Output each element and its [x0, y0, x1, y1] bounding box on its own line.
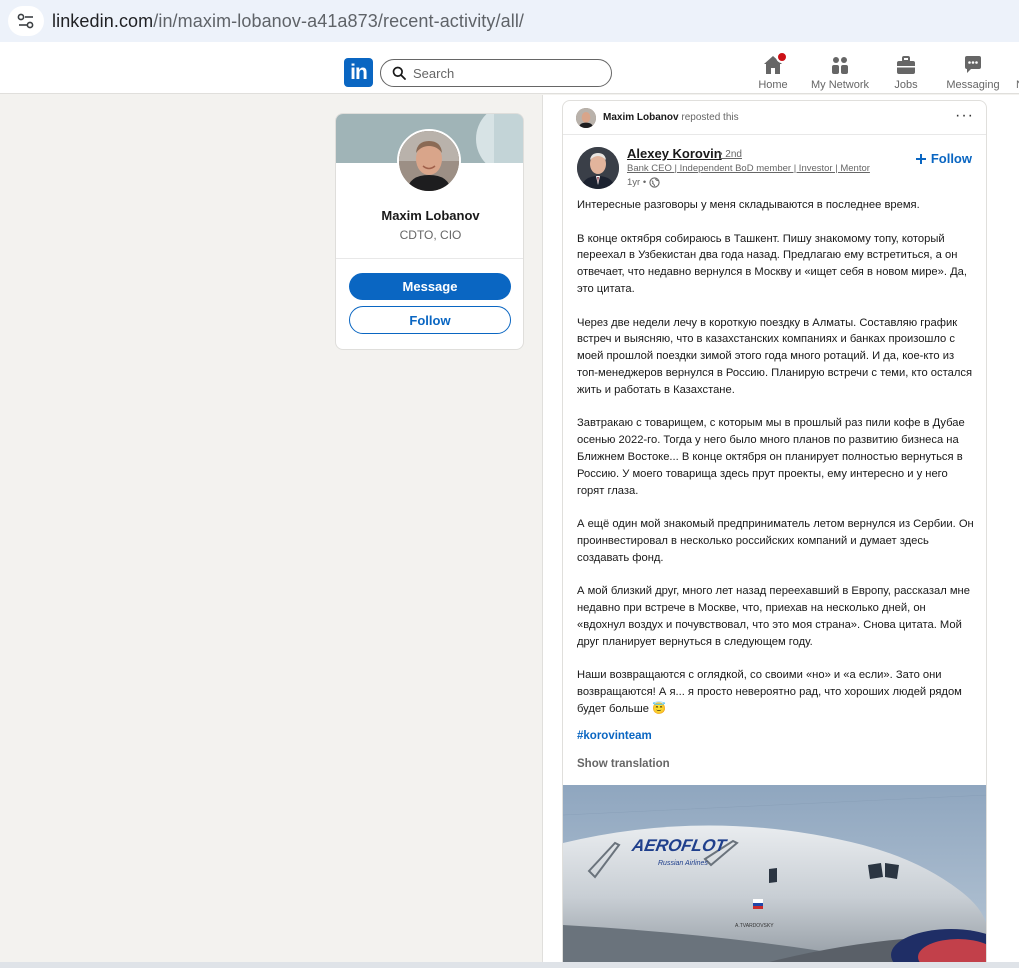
global-nav: in Home My Network [0, 50, 1019, 94]
show-translation-button[interactable]: Show translation [577, 758, 670, 770]
follow-profile-button[interactable]: Follow [349, 306, 511, 334]
author-avatar[interactable] [577, 147, 619, 189]
nav-jobs[interactable]: Jobs [886, 54, 926, 92]
hashtag-link[interactable]: #korovinteam [577, 730, 652, 742]
author-name[interactable]: Alexey Korovin [627, 146, 722, 161]
plus-icon [915, 153, 926, 164]
card-divider [336, 258, 523, 259]
jobs-icon [895, 54, 917, 76]
home-icon [762, 51, 788, 76]
reposter-avatar[interactable] [576, 108, 596, 128]
url-path: /in/maxim-lobanov-a41a873/recent-activit… [153, 11, 525, 31]
nav-my-network[interactable]: My Network [806, 54, 874, 92]
nav-home[interactable]: Home [752, 51, 794, 92]
message-button[interactable]: Message [349, 273, 511, 300]
image-airline-text: AEROFLOT [630, 835, 729, 855]
site-settings-icon[interactable] [8, 6, 44, 36]
post-meta: 1yr • [627, 177, 660, 188]
post-paragraph: Наши возвращаются с оглядкой, со своими … [577, 669, 962, 715]
notification-badge [776, 51, 788, 63]
nav-notifications[interactable]: N [1010, 54, 1019, 92]
post-paragraph: А ещё один мой знакомый предприниматель … [577, 518, 974, 564]
browser-separator [0, 42, 1019, 50]
search-icon [392, 66, 406, 80]
search-input[interactable] [413, 63, 603, 83]
connection-degree: • 2nd [719, 149, 742, 160]
profile-avatar[interactable] [397, 129, 461, 193]
linkedin-logo[interactable]: in [344, 58, 373, 87]
post-time: 1yr • [627, 177, 647, 188]
profile-name[interactable]: Maxim Lobanov [336, 208, 523, 223]
post-paragraph: Интересные разговоры у меня складываются… [577, 199, 920, 211]
nav-messaging[interactable]: Messaging [942, 54, 1004, 92]
repost-header: Maxim Lobanov reposted this ··· [563, 101, 986, 135]
post-paragraph: А мой близкий друг, много лет назад пере… [577, 585, 970, 648]
post-paragraph: Через две недели лечу в короткую поездку… [577, 316, 973, 396]
feed-post: Maxim Lobanov reposted this ··· Alexey K… [562, 100, 987, 968]
post-paragraph: В конце октября собираюсь в Ташкент. Пиш… [577, 232, 967, 295]
nav-home-label: Home [758, 79, 788, 91]
author-headline[interactable]: Bank CEO | Independent BoD member | Inve… [627, 163, 870, 174]
network-icon [829, 54, 851, 76]
follow-author-label: Follow [930, 151, 972, 166]
browser-address-bar: linkedin.com/in/maxim-lobanov-a41a873/re… [0, 0, 1019, 42]
more-options-icon[interactable]: ··· [955, 107, 974, 125]
bottom-scroll-area [0, 962, 1019, 968]
url-host: linkedin.com [52, 11, 154, 31]
image-subtitle-text: Russian Airlines [658, 860, 708, 867]
follow-author-button[interactable]: Follow [915, 151, 972, 166]
repost-suffix: reposted this [681, 112, 739, 123]
messaging-icon [962, 54, 984, 76]
post-image-airplane[interactable]: AEROFLOT Russian Airlines A.TVARDOVSKY [563, 785, 986, 967]
image-tail-text: A.TVARDOVSKY [735, 923, 774, 929]
repost-text: Maxim Lobanov reposted this [603, 112, 739, 123]
profile-headline: CDTO, CIO [399, 228, 462, 242]
profile-card: Maxim Lobanov CDTO, CIO Message Follow [335, 113, 524, 350]
post-paragraph: Завтракаю с товарищем, с которым мы в пр… [577, 417, 965, 497]
globe-icon [649, 177, 660, 188]
nav-jobs-label: Jobs [894, 79, 918, 91]
post-text: Интересные разговоры у меня складываются… [577, 197, 977, 718]
search-box[interactable] [380, 59, 612, 87]
nav-messaging-label: Messaging [946, 79, 1000, 91]
reposter-name[interactable]: Maxim Lobanov [603, 112, 679, 123]
address-url[interactable]: linkedin.com/in/maxim-lobanov-a41a873/re… [52, 11, 524, 32]
nav-my-network-label: My Network [810, 79, 870, 91]
